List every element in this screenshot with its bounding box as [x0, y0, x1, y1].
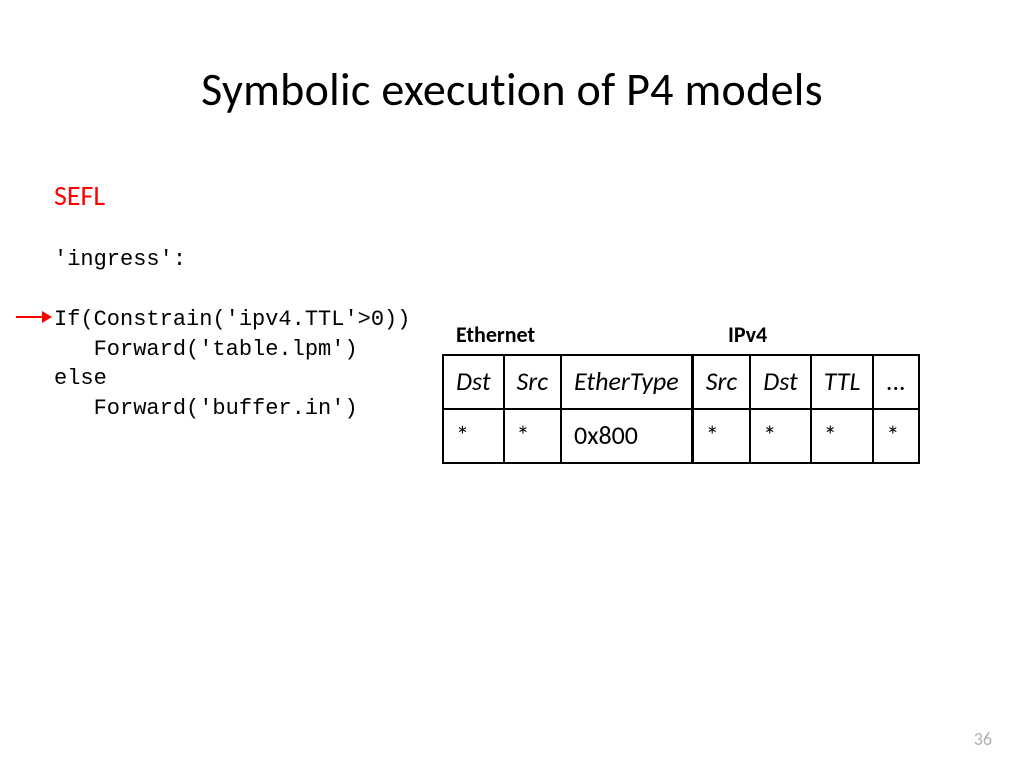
packet-table: Dst Src EtherType Src Dst TTL ... * * 0x… — [442, 354, 920, 464]
code-line-1: If(Constrain('ipv4.TTL'>0)) — [54, 307, 410, 332]
col-ttl: TTL — [811, 355, 874, 409]
col-eth-dst: Dst — [443, 355, 504, 409]
col-eth-src: Src — [504, 355, 561, 409]
val-eth-dst: * — [443, 409, 504, 463]
code-block: If(Constrain('ipv4.TTL'>0)) Forward('tab… — [54, 305, 410, 424]
col-ethertype: EtherType — [561, 355, 692, 409]
slide-title: Symbolic execution of P4 models — [0, 62, 1024, 118]
ipv4-header-label: IPv4 — [728, 321, 767, 348]
arrow-icon — [16, 316, 50, 318]
code-line-3: else — [54, 366, 107, 391]
table-row: * * 0x800 * * * * — [443, 409, 919, 463]
val-ipv4-dst: * — [750, 409, 811, 463]
table-row: Dst Src EtherType Src Dst TTL ... — [443, 355, 919, 409]
val-eth-src: * — [504, 409, 561, 463]
val-more: * — [873, 409, 919, 463]
ethernet-header-label: Ethernet — [456, 321, 535, 348]
col-ipv4-src: Src — [692, 355, 750, 409]
code-line-2: Forward('table.lpm') — [54, 337, 358, 362]
sefl-label: SEFL — [54, 178, 105, 213]
col-ipv4-dst: Dst — [750, 355, 811, 409]
val-ethertype: 0x800 — [561, 409, 692, 463]
code-ingress: 'ingress': — [54, 245, 186, 275]
code-line-4: Forward('buffer.in') — [54, 396, 358, 421]
val-ipv4-src: * — [692, 409, 750, 463]
val-ttl: * — [811, 409, 874, 463]
col-more: ... — [873, 355, 919, 409]
page-number: 36 — [974, 728, 992, 750]
